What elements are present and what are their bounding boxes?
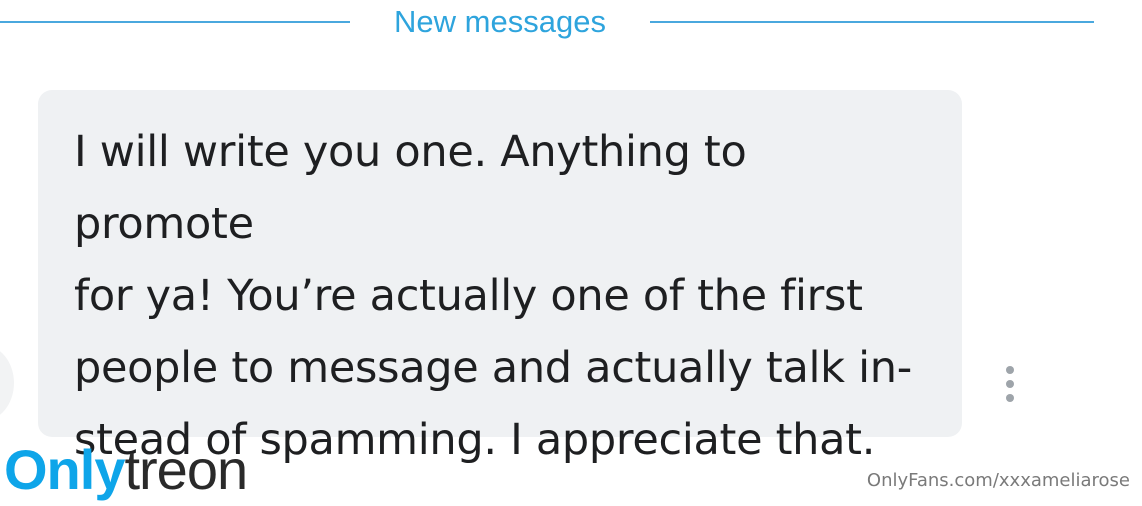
new-messages-label: New messages (394, 4, 606, 39)
message-bubble[interactable]: I will write you one. Anything to promot… (38, 90, 962, 465)
message-text: I will write you one. Anything to promot… (74, 116, 934, 476)
kebab-dot (1006, 380, 1014, 388)
divider-line-right (650, 21, 1094, 23)
watermark-logo: Onlytreon (4, 436, 248, 504)
message-line: for ya! You’re actually one of the first (74, 271, 863, 321)
logo-part-treon: treon (124, 438, 248, 501)
sender-avatar[interactable] (0, 345, 14, 421)
message-line: people to message and actually talk in- (74, 343, 912, 393)
more-vertical-icon[interactable] (998, 366, 1022, 402)
logo-part-only: Only (4, 438, 125, 501)
message-line: I will write you one. Anything to promot… (74, 127, 747, 249)
divider-line-left (0, 21, 350, 23)
watermark-url: OnlyFans.com/xxxameliarose (866, 470, 1130, 491)
kebab-dot (1006, 394, 1014, 402)
kebab-dot (1006, 366, 1014, 374)
